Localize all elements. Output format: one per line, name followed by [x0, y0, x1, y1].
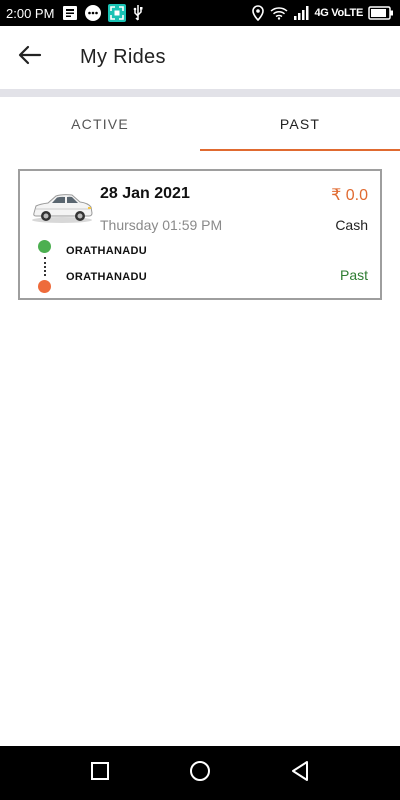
system-nav-bar — [0, 746, 400, 800]
chat-icon — [84, 4, 102, 22]
screen: 2:00 PM 4G VoLTE My Rides ACTIVE PAST 28… — [0, 0, 400, 800]
back-button[interactable] — [0, 26, 60, 88]
route-line — [44, 257, 46, 276]
drop-location: ORATHANADU — [66, 271, 148, 283]
home-circle-icon — [189, 760, 211, 787]
scan-icon — [108, 4, 127, 22]
pickup-location: ORATHANADU — [66, 245, 148, 257]
app-bar-divider — [0, 89, 400, 97]
home-button[interactable] — [150, 746, 250, 800]
ride-date: 28 Jan 2021 — [100, 185, 190, 202]
battery-icon — [368, 6, 394, 20]
recents-button[interactable] — [50, 746, 150, 800]
status-time: 2:00 PM — [6, 5, 55, 21]
ride-tabs: ACTIVE PAST — [0, 97, 400, 151]
app-bar: My Rides — [0, 26, 400, 88]
page-title: My Rides — [80, 45, 166, 68]
network-label: 4G VoLTE — [314, 7, 363, 19]
drop-dot-icon — [38, 280, 51, 293]
arrow-left-icon — [18, 45, 42, 70]
status-bar: 2:00 PM 4G VoLTE — [0, 0, 400, 26]
ride-card[interactable]: 28 Jan 2021 Thursday 01:59 PM ₹ 0.0 Cash… — [18, 169, 382, 300]
ride-status: Past — [339, 267, 368, 283]
document-icon — [62, 5, 78, 21]
payment-method: Cash — [335, 217, 368, 233]
wifi-icon — [270, 6, 288, 20]
back-nav-button[interactable] — [250, 746, 350, 800]
recents-square-icon — [90, 761, 110, 786]
tab-past[interactable]: PAST — [200, 97, 400, 151]
ride-fare: ₹ 0.0 — [331, 187, 368, 204]
tab-active[interactable]: ACTIVE — [0, 97, 200, 151]
ride-time: Thursday 01:59 PM — [100, 217, 223, 233]
back-triangle-icon — [290, 760, 310, 787]
pickup-dot-icon — [38, 240, 51, 253]
status-left: 2:00 PM — [6, 4, 144, 22]
car-icon — [30, 189, 94, 225]
signal-icon — [293, 6, 309, 20]
location-icon — [251, 5, 265, 21]
usb-icon — [132, 4, 144, 22]
status-right: 4G VoLTE — [251, 5, 394, 21]
